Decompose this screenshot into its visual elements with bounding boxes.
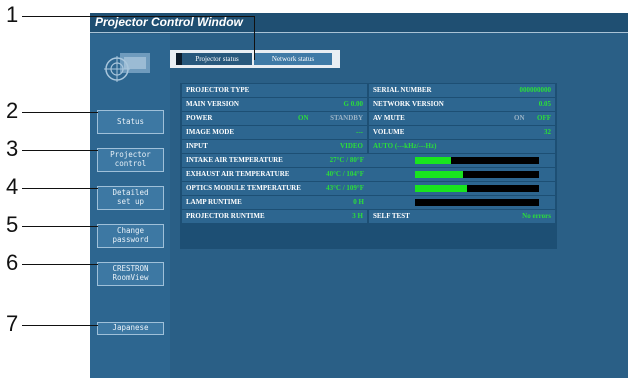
optics-module-temperature-label: OPTICS MODULE TEMPERATURE xyxy=(186,184,301,192)
self-test-value: No errors xyxy=(522,212,551,220)
callout-1-leader xyxy=(22,16,254,17)
callout-6-leader xyxy=(22,264,98,265)
lamp-runtime-value: 0 H xyxy=(353,198,364,206)
main-version-value: G 0.00 xyxy=(343,100,363,108)
network-version-row: NETWORK VERSION 0.05 xyxy=(369,98,555,111)
window-title: Projector Control Window xyxy=(95,15,243,29)
input-row: INPUT VIDEO xyxy=(182,140,367,153)
av-mute-on-value: ON xyxy=(514,114,525,122)
self-test-label: SELF TEST xyxy=(373,212,410,220)
lamp-runtime-row: LAMP RUNTIME 0 H xyxy=(182,196,555,209)
status-tabs: Projector status Network status xyxy=(170,50,340,68)
callout-1-leader-drop xyxy=(254,16,255,60)
tab-projector-status[interactable]: Projector status xyxy=(176,53,252,65)
serial-number-row: SERIAL NUMBER 000000000 xyxy=(369,84,555,97)
input-detail-row: AUTO (---kHz/---Hz) xyxy=(369,140,555,153)
tab-network-status[interactable]: Network status xyxy=(254,53,332,65)
power-on-value: ON xyxy=(298,114,309,122)
intake-air-temperature-label: INTAKE AIR TEMPERATURE xyxy=(186,156,283,164)
japanese-button[interactable]: Japanese xyxy=(97,322,164,335)
intake-air-temperature-row: INTAKE AIR TEMPERATURE 27°C / 80°F xyxy=(182,154,555,167)
image-mode-label: IMAGE MODE xyxy=(186,128,235,136)
main-version-row: MAIN VERSION G 0.00 xyxy=(182,98,367,111)
callout-2-leader xyxy=(22,112,98,113)
volume-value: 32 xyxy=(544,128,551,136)
serial-number-value: 000000000 xyxy=(519,86,552,94)
callout-5-leader xyxy=(22,226,98,227)
av-mute-off-value: OFF xyxy=(537,114,551,122)
optics-temperature-bar-fill xyxy=(415,185,468,192)
intake-air-temperature-value: 27°C / 80°F xyxy=(329,156,364,164)
projector-runtime-row: PROJECTOR RUNTIME 3 H xyxy=(182,210,367,223)
callout-2: 2 xyxy=(6,98,19,123)
callout-6: 6 xyxy=(6,250,19,275)
image-mode-value: --- xyxy=(356,128,363,136)
projector-type-label: PROJECTOR TYPE xyxy=(186,86,250,94)
volume-label: VOLUME xyxy=(373,128,405,136)
av-mute-row: AV MUTE ON OFF xyxy=(369,112,555,125)
callout-1: 1 xyxy=(6,2,19,27)
input-detail-value: AUTO (---kHz/---Hz) xyxy=(373,142,437,150)
exhaust-temperature-bar-fill xyxy=(415,171,464,178)
crestron-roomview-button[interactable]: CRESTRON RoomView xyxy=(97,262,164,286)
callout-3-leader xyxy=(22,150,98,151)
status-panel: PROJECTOR TYPE SERIAL NUMBER 000000000 M… xyxy=(180,83,557,249)
detailed-set-up-button[interactable]: Detailed set up xyxy=(97,186,164,210)
power-label: POWER xyxy=(186,114,213,122)
network-version-label: NETWORK VERSION xyxy=(373,100,444,108)
callout-4-leader xyxy=(22,188,98,189)
network-version-value: 0.05 xyxy=(538,100,551,108)
callout-5: 5 xyxy=(6,212,19,237)
callout-7: 7 xyxy=(6,311,19,336)
exhaust-air-temperature-row: EXHAUST AIR TEMPERATURE 40°C / 104°F xyxy=(182,168,555,181)
power-row: POWER ON STANDBY xyxy=(182,112,367,125)
exhaust-temperature-bar xyxy=(415,171,539,178)
self-test-row: SELF TEST No errors xyxy=(369,210,555,223)
input-label: INPUT xyxy=(186,142,208,150)
sidebar: Status Projector control Detailed set up… xyxy=(90,34,170,378)
projector-runtime-label: PROJECTOR RUNTIME xyxy=(186,212,265,220)
serial-number-label: SERIAL NUMBER xyxy=(373,86,432,94)
intake-temperature-bar xyxy=(415,157,539,164)
change-password-button[interactable]: Change password xyxy=(97,224,164,248)
projector-runtime-value: 3 H xyxy=(352,212,363,220)
input-value: VIDEO xyxy=(340,142,363,150)
optics-module-temperature-value: 43°C / 109°F xyxy=(326,184,364,192)
lamp-runtime-label: LAMP RUNTIME xyxy=(186,198,242,206)
exhaust-air-temperature-value: 40°C / 104°F xyxy=(326,170,364,178)
optics-module-temperature-row: OPTICS MODULE TEMPERATURE 43°C / 109°F xyxy=(182,182,555,195)
volume-row: VOLUME 32 xyxy=(369,126,555,139)
intake-temperature-bar-fill xyxy=(415,157,451,164)
image-mode-row: IMAGE MODE --- xyxy=(182,126,367,139)
callout-4: 4 xyxy=(6,174,19,199)
callout-3: 3 xyxy=(6,136,19,161)
power-standby-value: STANDBY xyxy=(330,114,363,122)
optics-temperature-bar xyxy=(415,185,539,192)
callout-7-leader xyxy=(22,325,98,326)
av-mute-label: AV MUTE xyxy=(373,114,405,122)
projector-type-row: PROJECTOR TYPE xyxy=(182,84,367,97)
exhaust-air-temperature-label: EXHAUST AIR TEMPERATURE xyxy=(186,170,290,178)
lamp-runtime-bar xyxy=(415,199,539,206)
projector-control-button[interactable]: Projector control xyxy=(97,148,164,172)
projector-control-window: Projector Control Window Status Projecto… xyxy=(90,13,628,378)
projector-logo-icon xyxy=(104,53,150,82)
status-button[interactable]: Status xyxy=(97,110,164,134)
main-version-label: MAIN VERSION xyxy=(186,100,239,108)
